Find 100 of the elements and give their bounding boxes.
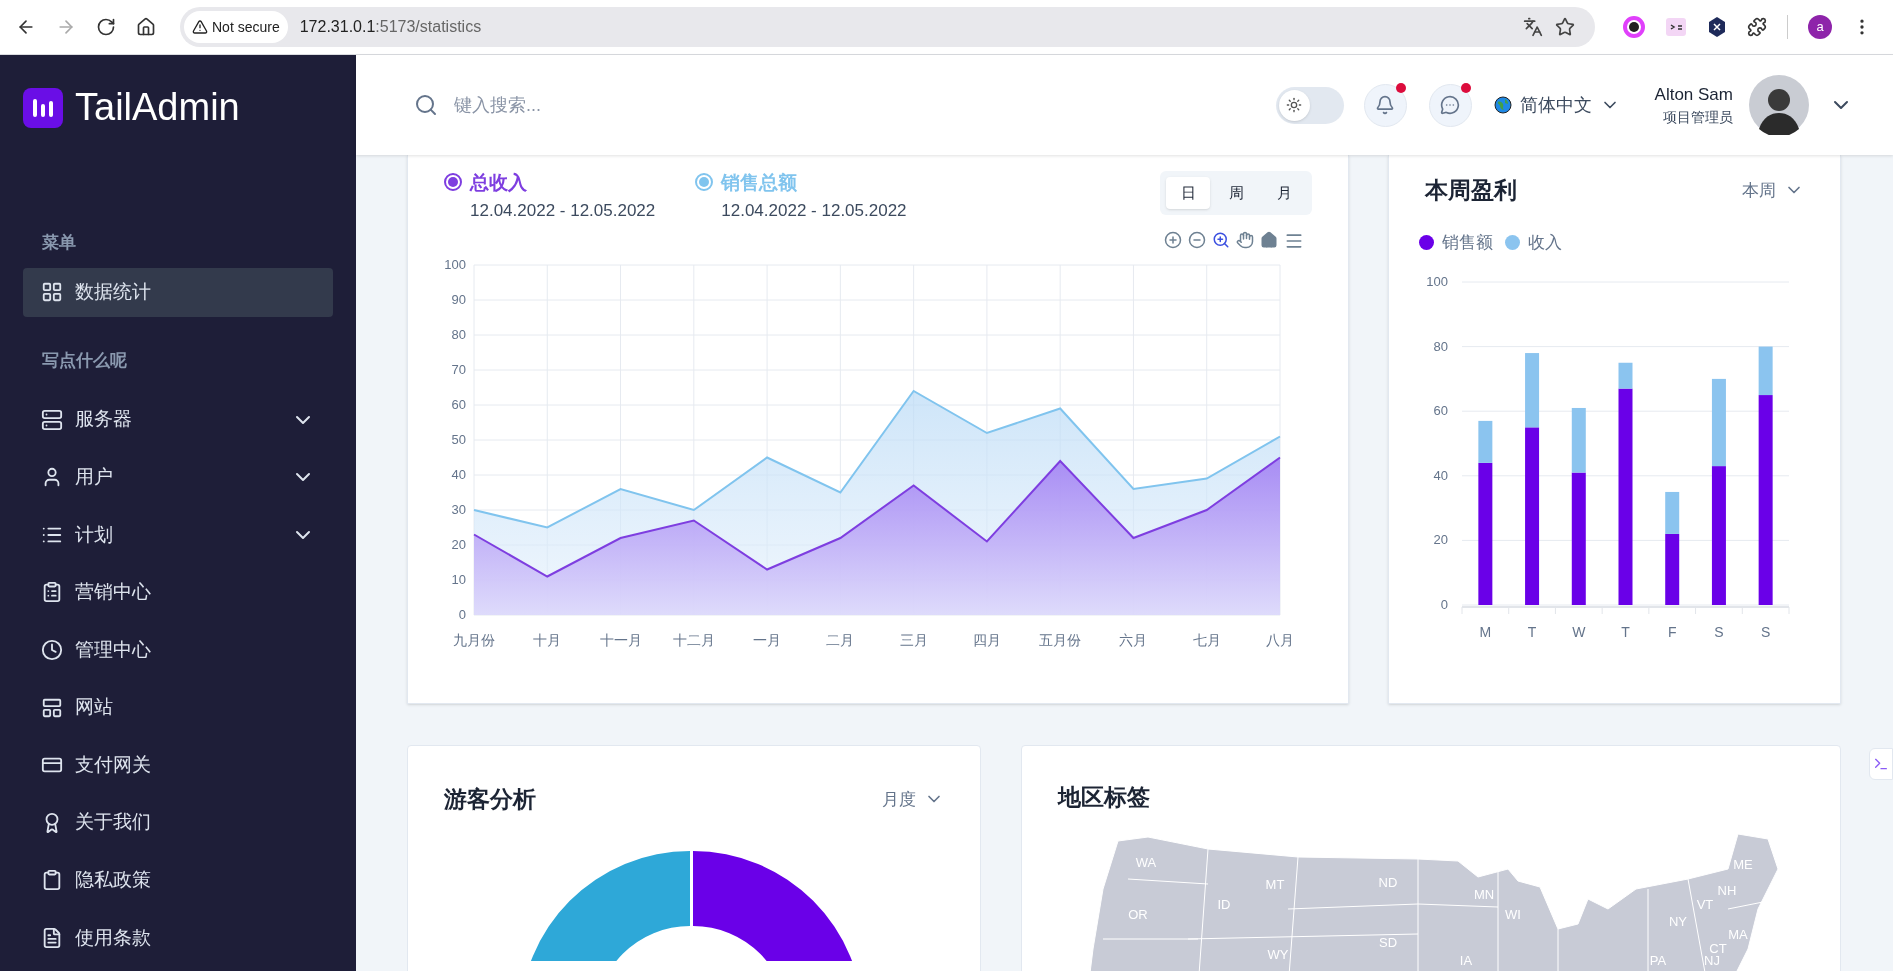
- axis-label: F: [1667, 624, 1677, 640]
- security-chip[interactable]: Not secure: [184, 11, 288, 43]
- card-title: 游客分析: [444, 785, 537, 814]
- home-icon[interactable]: [136, 17, 156, 37]
- theme-toggle[interactable]: [1275, 86, 1344, 124]
- item-label: 数据统计: [75, 280, 152, 305]
- item-label: 隐私政策: [75, 868, 152, 893]
- item-label: 服务器: [75, 407, 133, 432]
- item-label: 网站: [75, 695, 114, 720]
- clock-icon: [41, 638, 63, 661]
- logo-text: TailAdmin: [75, 85, 240, 131]
- hand-icon[interactable]: [1236, 231, 1254, 249]
- sidebar-item[interactable]: 数据统计: [23, 267, 333, 317]
- axis-label: 50: [451, 432, 466, 447]
- axis-label: 60: [451, 397, 466, 412]
- sidebar-item[interactable]: 关于我们: [23, 798, 333, 848]
- period-tab[interactable]: 月: [1262, 177, 1306, 209]
- item-label: 用户: [75, 464, 114, 489]
- sidebar-item[interactable]: 支付网关: [23, 740, 333, 790]
- zoom-in-icon[interactable]: [1164, 231, 1182, 249]
- axis-label: 80: [1433, 338, 1448, 354]
- document-icon: [41, 926, 63, 949]
- section-title: 写点什么呢: [41, 349, 128, 372]
- legend-marker: [444, 173, 462, 191]
- axis-label: 七月: [1192, 632, 1221, 648]
- axis-label: 90: [451, 292, 466, 307]
- axis-label: 九月份: [453, 632, 495, 648]
- warning-icon: [192, 19, 208, 35]
- legend-title: 销售总额: [721, 171, 799, 195]
- legend-dates: 12.04.2022 - 12.05.2022: [470, 199, 656, 222]
- legend-marker: [695, 173, 714, 191]
- axis-label: 0: [1440, 597, 1448, 612]
- axis-label: 20: [1433, 532, 1448, 548]
- axis-label: 十二月: [672, 632, 715, 648]
- sidebar-item[interactable]: 用户: [23, 452, 333, 502]
- notification-button[interactable]: [1363, 83, 1407, 127]
- search-icon[interactable]: [414, 93, 438, 117]
- item-label: 支付网关: [75, 752, 152, 777]
- period-dropdown[interactable]: 月度: [882, 786, 944, 812]
- puzzle-icon[interactable]: [1747, 17, 1767, 37]
- axis-label: M: [1479, 624, 1492, 640]
- terminal-icon: [1873, 756, 1889, 772]
- axis-label: 0: [458, 607, 466, 622]
- axis-label: 70: [451, 362, 466, 377]
- card-title: 地区标签: [1058, 783, 1151, 812]
- clipboard-icon: [41, 581, 63, 604]
- axis-label: 40: [451, 467, 466, 482]
- extension-icon[interactable]: [1665, 16, 1687, 38]
- period-tab[interactable]: 日: [1166, 177, 1210, 209]
- sidebar-item[interactable]: 服务器: [23, 395, 333, 445]
- axis-label: S: [1760, 624, 1771, 640]
- sidebar-item[interactable]: 管理中心: [23, 625, 333, 675]
- reload-icon[interactable]: [96, 17, 116, 37]
- logo-icon: [23, 87, 63, 128]
- axis-label: T: [1527, 624, 1537, 640]
- address-bar[interactable]: Not secure 172.31.0.1:5173/statistics: [180, 7, 1595, 47]
- sidebar-item[interactable]: 营销中心: [23, 567, 333, 617]
- legend-dates: 12.04.2022 - 12.05.2022: [721, 199, 907, 222]
- axis-label: 10: [451, 572, 466, 587]
- bookmark-icon[interactable]: [1555, 17, 1575, 37]
- period-dropdown[interactable]: 本周: [1742, 177, 1804, 203]
- language-selector[interactable]: 简体中文: [1493, 91, 1620, 119]
- axis-label: 四月: [972, 632, 1001, 648]
- axis-label: 十月: [533, 632, 562, 648]
- chat-icon: [1440, 95, 1461, 115]
- legend-label: 收入: [1528, 231, 1562, 254]
- clipboard-icon: [41, 869, 63, 892]
- user-name: Alton Sam: [1654, 83, 1733, 106]
- axis-label: 40: [1433, 467, 1448, 483]
- profile-avatar[interactable]: a: [1808, 15, 1832, 39]
- extension-icon[interactable]: [1707, 16, 1727, 38]
- extension-icon[interactable]: [1623, 16, 1645, 38]
- zoom-out-icon[interactable]: [1188, 231, 1206, 249]
- axis-label: S: [1714, 624, 1724, 640]
- layout-icon: [41, 696, 63, 719]
- side-tab[interactable]: [1869, 748, 1893, 780]
- axis-label: 100: [444, 257, 466, 272]
- globe-icon: [1493, 96, 1512, 114]
- period-tab[interactable]: 周: [1214, 177, 1258, 209]
- sidebar-item[interactable]: 网站: [23, 683, 333, 733]
- sidebar-item[interactable]: 隐私政策: [23, 855, 333, 905]
- axis-label: 60: [1433, 403, 1448, 419]
- magnifier-icon[interactable]: [1212, 231, 1230, 249]
- axis-label: T: [1621, 624, 1630, 640]
- legend-label: 销售额: [1442, 231, 1493, 254]
- axis-label: 一月: [753, 632, 782, 648]
- avatar[interactable]: [1749, 75, 1809, 135]
- search-field[interactable]: 键入搜索...: [454, 91, 854, 119]
- grid-icon: [41, 281, 63, 304]
- section-title: 菜单: [41, 232, 77, 255]
- axis-label: 30: [451, 502, 466, 517]
- sidebar-item[interactable]: 计划: [23, 510, 333, 560]
- legend-title: 总收入: [470, 171, 528, 195]
- sun-icon: [1286, 97, 1303, 113]
- axis-label: 三月: [899, 632, 928, 648]
- item-label: 关于我们: [75, 810, 152, 835]
- sidebar-item[interactable]: 使用条款: [23, 913, 333, 963]
- translate-icon[interactable]: [1523, 17, 1543, 37]
- messages-button[interactable]: [1428, 83, 1472, 127]
- axis-label: 八月: [1266, 632, 1294, 648]
